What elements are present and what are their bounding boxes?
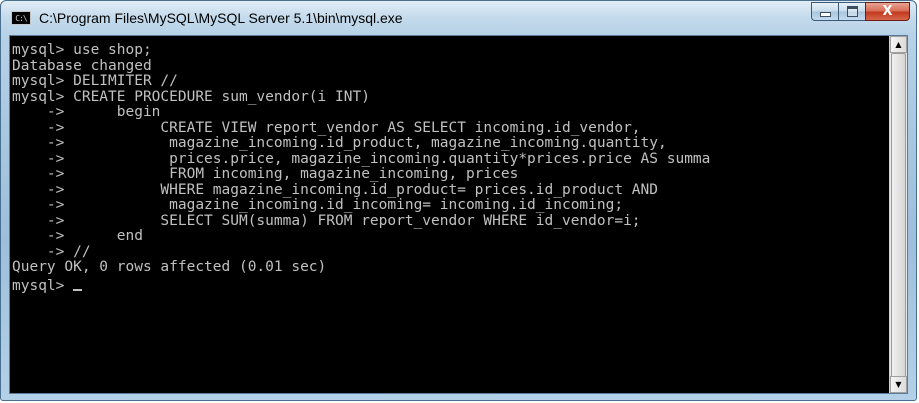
- console-line: -> WHERE magazine_incoming.id_product= p…: [12, 181, 659, 198]
- scroll-up-button[interactable]: ▲: [890, 36, 907, 53]
- console-line: mysql> DELIMITER //: [12, 73, 178, 89]
- console-line: -> magazine_incoming.id_product, magazin…: [12, 135, 667, 151]
- console-line: -> //: [12, 243, 91, 260]
- console-line: mysql> use shop;: [12, 42, 152, 58]
- console-output[interactable]: mysql> use shop; Database changed mysql>…: [10, 36, 889, 393]
- console-line: -> magazine_incoming.id_incoming= incomi…: [12, 197, 624, 213]
- minimize-button[interactable]: [811, 2, 838, 21]
- console-window: C:\ C:\Program Files\MySQL\MySQL Server …: [0, 0, 917, 401]
- window-title: C:\Program Files\MySQL\MySQL Server 5.1\…: [39, 10, 403, 26]
- title-bar[interactable]: C:\ C:\Program Files\MySQL\MySQL Server …: [1, 1, 916, 35]
- console-line: Database changed: [12, 57, 152, 74]
- arrow-down-icon: ▼: [895, 380, 902, 389]
- console-line: -> SELECT SUM(summa) FROM report_vendor …: [12, 212, 641, 229]
- window-controls: X: [811, 2, 910, 21]
- close-icon: X: [882, 4, 893, 19]
- console-line: -> CREATE VIEW report_vendor AS SELECT i…: [12, 119, 641, 136]
- console-client-area: mysql> use shop; Database changed mysql>…: [9, 35, 908, 394]
- console-app-icon[interactable]: C:\: [11, 11, 31, 25]
- console-line: -> FROM incoming, magazine_incoming, pri…: [12, 166, 519, 182]
- scrollbar-thumb[interactable]: [891, 53, 906, 378]
- console-line: -> begin: [12, 104, 161, 120]
- arrow-up-icon: ▲: [895, 40, 902, 49]
- text-cursor: [73, 288, 83, 291]
- prompt-text: mysql>: [12, 277, 74, 294]
- console-line: mysql> CREATE PROCEDURE sum_vendor(i INT…: [12, 88, 370, 105]
- vertical-scrollbar[interactable]: ▲ ▼: [889, 36, 907, 393]
- prompt-line[interactable]: mysql>: [12, 277, 889, 295]
- console-line: Query OK, 0 rows affected (0.01 sec): [12, 259, 327, 275]
- close-button[interactable]: X: [865, 2, 910, 21]
- maximize-button[interactable]: [838, 2, 865, 21]
- scroll-down-button[interactable]: ▼: [890, 376, 907, 393]
- maximize-icon: [846, 6, 858, 17]
- console-line: -> prices.price, magazine_incoming.quant…: [12, 150, 711, 167]
- minimize-icon: [819, 12, 831, 17]
- console-line: -> end: [12, 228, 143, 244]
